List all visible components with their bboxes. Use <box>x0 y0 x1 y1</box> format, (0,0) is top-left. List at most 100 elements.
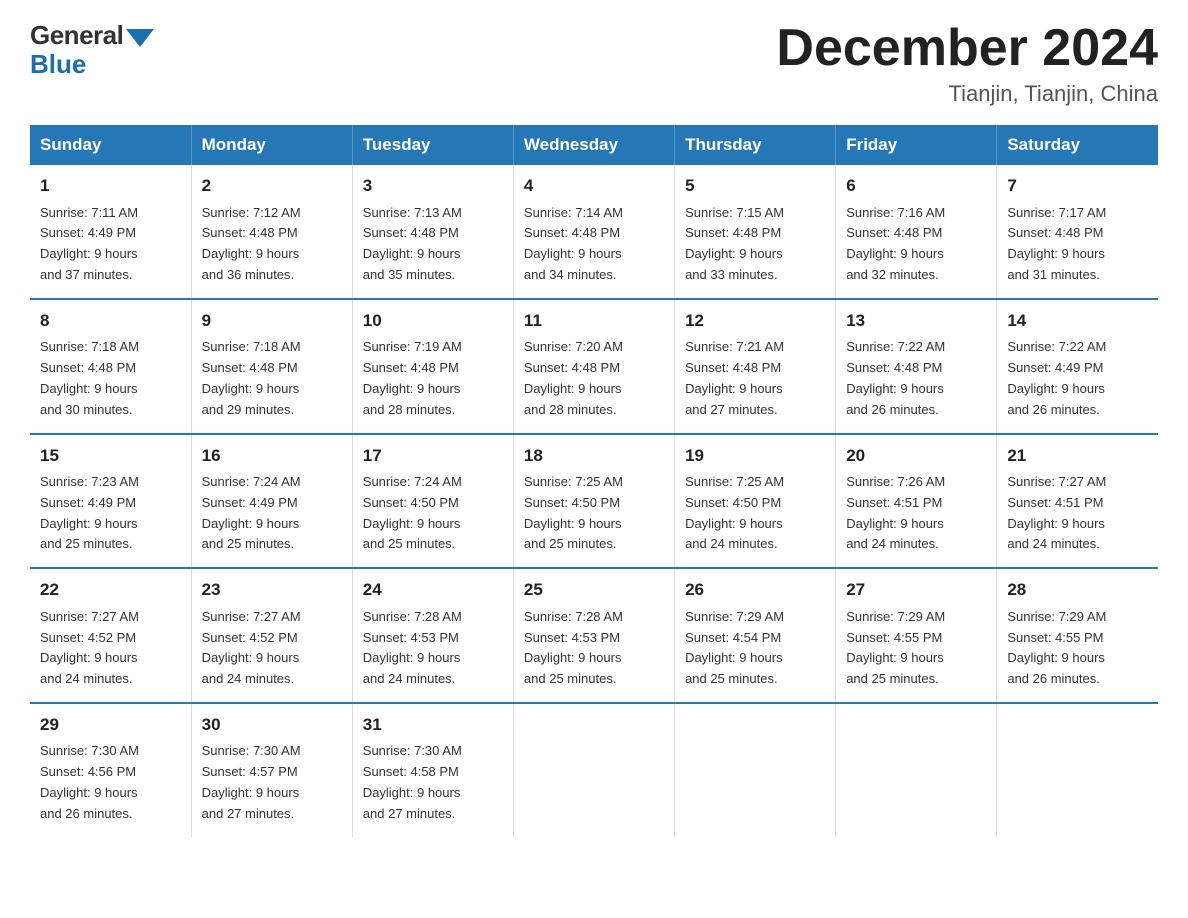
day-number: 1 <box>40 173 181 199</box>
day-number: 23 <box>202 577 342 603</box>
day-number: 20 <box>846 443 986 469</box>
day-info: Sunrise: 7:24 AMSunset: 4:50 PMDaylight:… <box>363 472 503 555</box>
calendar-cell: 12 Sunrise: 7:21 AMSunset: 4:48 PMDayligh… <box>675 299 836 434</box>
day-number: 7 <box>1007 173 1148 199</box>
day-number: 26 <box>685 577 825 603</box>
calendar-cell: 9 Sunrise: 7:18 AMSunset: 4:48 PMDaylight… <box>191 299 352 434</box>
day-number: 25 <box>524 577 664 603</box>
day-info: Sunrise: 7:29 AMSunset: 4:54 PMDaylight:… <box>685 607 825 690</box>
day-number: 18 <box>524 443 664 469</box>
calendar-cell: 17Sunrise: 7:24 AMSunset: 4:50 PMDayligh… <box>352 434 513 569</box>
location: Tianjin, Tianjin, China <box>776 81 1158 107</box>
calendar-cell: 10 Sunrise: 7:19 AMSunset: 4:48 PMDayligh… <box>352 299 513 434</box>
calendar-cell: 16 Sunrise: 7:24 AMSunset: 4:49 PMDayligh… <box>191 434 352 569</box>
day-number: 29 <box>40 712 181 738</box>
day-info: Sunrise: 7:22 AMSunset: 4:49 PMDaylight:… <box>1007 337 1148 420</box>
month-title: December 2024 <box>776 20 1158 77</box>
day-number: 15 <box>40 443 181 469</box>
header-day-sunday: Sunday <box>30 125 191 165</box>
day-info: Sunrise: 7:16 AMSunset: 4:48 PMDaylight:… <box>846 203 986 286</box>
calendar-cell: 11Sunrise: 7:20 AMSunset: 4:48 PMDayligh… <box>513 299 674 434</box>
day-info: Sunrise: 7:26 AMSunset: 4:51 PMDaylight:… <box>846 472 986 555</box>
day-number: 14 <box>1007 308 1148 334</box>
header-day-friday: Friday <box>836 125 997 165</box>
calendar-cell: 25 Sunrise: 7:28 AMSunset: 4:53 PMDayligh… <box>513 568 674 703</box>
calendar-week-row: 29 Sunrise: 7:30 AMSunset: 4:56 PMDayligh… <box>30 703 1158 837</box>
day-number: 19 <box>685 443 825 469</box>
day-info: Sunrise: 7:21 AMSunset: 4:48 PMDaylight:… <box>685 337 825 420</box>
day-number: 9 <box>202 308 342 334</box>
day-info: Sunrise: 7:30 AMSunset: 4:57 PMDaylight:… <box>202 741 342 824</box>
day-number: 31 <box>363 712 503 738</box>
day-info: Sunrise: 7:13 AMSunset: 4:48 PMDaylight:… <box>363 203 503 286</box>
logo-triangle-icon <box>126 29 154 47</box>
day-info: Sunrise: 7:18 AMSunset: 4:48 PMDaylight:… <box>202 337 342 420</box>
header-day-tuesday: Tuesday <box>352 125 513 165</box>
calendar-cell: 3 Sunrise: 7:13 AMSunset: 4:48 PMDaylight… <box>352 165 513 299</box>
header-day-monday: Monday <box>191 125 352 165</box>
day-info: Sunrise: 7:28 AMSunset: 4:53 PMDaylight:… <box>363 607 503 690</box>
calendar-cell: 28Sunrise: 7:29 AMSunset: 4:55 PMDayligh… <box>997 568 1158 703</box>
day-number: 22 <box>40 577 181 603</box>
day-info: Sunrise: 7:29 AMSunset: 4:55 PMDaylight:… <box>1007 607 1148 690</box>
day-info: Sunrise: 7:24 AMSunset: 4:49 PMDaylight:… <box>202 472 342 555</box>
day-number: 11 <box>524 308 664 334</box>
day-info: Sunrise: 7:25 AMSunset: 4:50 PMDaylight:… <box>524 472 664 555</box>
calendar-header-row: SundayMondayTuesdayWednesdayThursdayFrid… <box>30 125 1158 165</box>
header-day-thursday: Thursday <box>675 125 836 165</box>
day-number: 21 <box>1007 443 1148 469</box>
day-number: 13 <box>846 308 986 334</box>
calendar-cell <box>836 703 997 837</box>
day-info: Sunrise: 7:22 AMSunset: 4:48 PMDaylight:… <box>846 337 986 420</box>
logo-blue-text: Blue <box>30 49 86 80</box>
day-number: 6 <box>846 173 986 199</box>
day-info: Sunrise: 7:29 AMSunset: 4:55 PMDaylight:… <box>846 607 986 690</box>
calendar-cell: 18 Sunrise: 7:25 AMSunset: 4:50 PMDayligh… <box>513 434 674 569</box>
title-section: December 2024 Tianjin, Tianjin, China <box>776 20 1158 107</box>
calendar-week-row: 8 Sunrise: 7:18 AMSunset: 4:48 PMDaylight… <box>30 299 1158 434</box>
calendar-cell: 27 Sunrise: 7:29 AMSunset: 4:55 PMDayligh… <box>836 568 997 703</box>
day-number: 12 <box>685 308 825 334</box>
day-number: 3 <box>363 173 503 199</box>
day-info: Sunrise: 7:11 AMSunset: 4:49 PMDaylight:… <box>40 203 181 286</box>
day-number: 30 <box>202 712 342 738</box>
calendar-cell: 22 Sunrise: 7:27 AMSunset: 4:52 PMDayligh… <box>30 568 191 703</box>
day-info: Sunrise: 7:27 AMSunset: 4:52 PMDaylight:… <box>40 607 181 690</box>
calendar-cell: 5 Sunrise: 7:15 AMSunset: 4:48 PMDaylight… <box>675 165 836 299</box>
day-info: Sunrise: 7:15 AMSunset: 4:48 PMDaylight:… <box>685 203 825 286</box>
calendar-week-row: 1 Sunrise: 7:11 AMSunset: 4:49 PMDaylight… <box>30 165 1158 299</box>
page-header: General Blue December 2024 Tianjin, Tian… <box>30 20 1158 107</box>
day-info: Sunrise: 7:27 AMSunset: 4:52 PMDaylight:… <box>202 607 342 690</box>
header-day-saturday: Saturday <box>997 125 1158 165</box>
day-number: 24 <box>363 577 503 603</box>
calendar-week-row: 22 Sunrise: 7:27 AMSunset: 4:52 PMDayligh… <box>30 568 1158 703</box>
day-number: 5 <box>685 173 825 199</box>
calendar-cell: 19Sunrise: 7:25 AMSunset: 4:50 PMDayligh… <box>675 434 836 569</box>
logo-general-text: General <box>30 20 123 51</box>
day-number: 4 <box>524 173 664 199</box>
calendar-cell: 13 Sunrise: 7:22 AMSunset: 4:48 PMDayligh… <box>836 299 997 434</box>
calendar-cell <box>513 703 674 837</box>
day-number: 27 <box>846 577 986 603</box>
day-info: Sunrise: 7:18 AMSunset: 4:48 PMDaylight:… <box>40 337 181 420</box>
day-number: 10 <box>363 308 503 334</box>
calendar-cell: 14 Sunrise: 7:22 AMSunset: 4:49 PMDayligh… <box>997 299 1158 434</box>
calendar-cell: 29 Sunrise: 7:30 AMSunset: 4:56 PMDayligh… <box>30 703 191 837</box>
day-info: Sunrise: 7:27 AMSunset: 4:51 PMDaylight:… <box>1007 472 1148 555</box>
calendar-cell: 2Sunrise: 7:12 AMSunset: 4:48 PMDaylight… <box>191 165 352 299</box>
day-info: Sunrise: 7:23 AMSunset: 4:49 PMDaylight:… <box>40 472 181 555</box>
day-info: Sunrise: 7:30 AMSunset: 4:56 PMDaylight:… <box>40 741 181 824</box>
day-number: 16 <box>202 443 342 469</box>
day-info: Sunrise: 7:30 AMSunset: 4:58 PMDaylight:… <box>363 741 503 824</box>
calendar-cell: 20 Sunrise: 7:26 AMSunset: 4:51 PMDayligh… <box>836 434 997 569</box>
header-day-wednesday: Wednesday <box>513 125 674 165</box>
day-info: Sunrise: 7:28 AMSunset: 4:53 PMDaylight:… <box>524 607 664 690</box>
day-info: Sunrise: 7:19 AMSunset: 4:48 PMDaylight:… <box>363 337 503 420</box>
calendar-cell: 15 Sunrise: 7:23 AMSunset: 4:49 PMDayligh… <box>30 434 191 569</box>
calendar-cell: 23 Sunrise: 7:27 AMSunset: 4:52 PMDayligh… <box>191 568 352 703</box>
calendar-cell: 21 Sunrise: 7:27 AMSunset: 4:51 PMDayligh… <box>997 434 1158 569</box>
calendar-table: SundayMondayTuesdayWednesdayThursdayFrid… <box>30 125 1158 836</box>
day-number: 8 <box>40 308 181 334</box>
calendar-cell: 30 Sunrise: 7:30 AMSunset: 4:57 PMDayligh… <box>191 703 352 837</box>
day-info: Sunrise: 7:17 AMSunset: 4:48 PMDaylight:… <box>1007 203 1148 286</box>
